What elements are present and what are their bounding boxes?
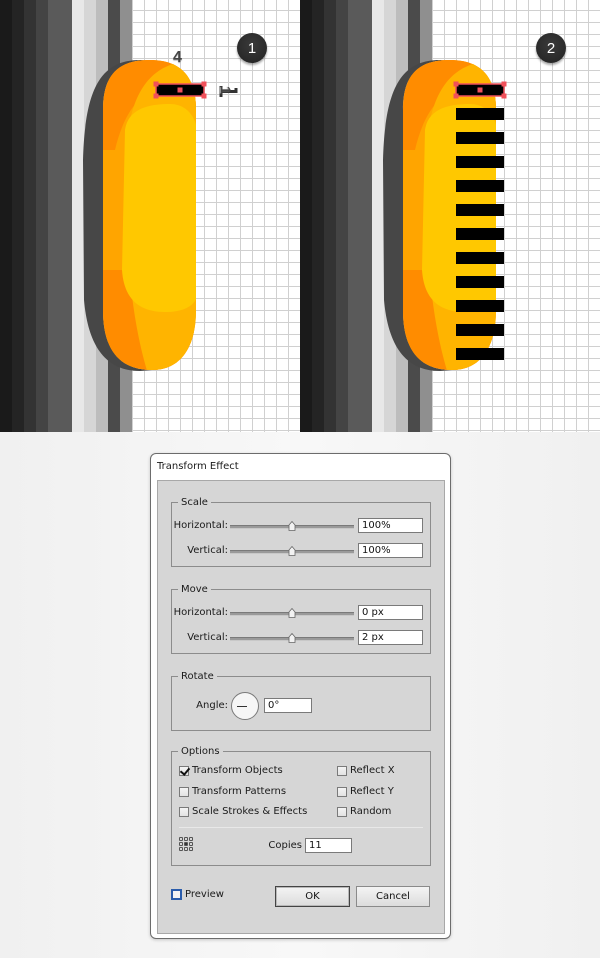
angle-label: Angle: (196, 700, 228, 711)
slider-thumb[interactable] (288, 546, 296, 556)
scale-strokes-label: Scale Strokes & Effects (192, 806, 308, 817)
preview-checkbox[interactable]: Preview (171, 889, 224, 900)
move-vertical-label: Vertical: (187, 632, 228, 643)
step-badge: 2 (536, 33, 566, 63)
selection-handle (177, 87, 183, 93)
black-bar (456, 132, 504, 144)
checkbox-box[interactable] (337, 806, 347, 817)
transform-patterns-checkbox[interactable]: Transform Patterns (179, 786, 286, 797)
move-vertical-input[interactable]: 2 px (358, 630, 423, 645)
angle-input[interactable]: 0° (264, 698, 312, 713)
checkbox-box[interactable] (337, 765, 347, 776)
scale-horizontal-slider[interactable] (230, 521, 354, 531)
reflect-x-label: Reflect X (350, 765, 395, 776)
selection-handle (153, 81, 159, 87)
preview-label: Preview (185, 889, 224, 900)
reflect-y-checkbox[interactable]: Reflect Y (337, 786, 394, 797)
selection-handle (477, 87, 483, 93)
angle-dial[interactable] (231, 692, 259, 720)
move-horizontal-input[interactable]: 0 px (358, 605, 423, 620)
move-vertical-slider[interactable] (230, 633, 354, 643)
scale-vertical-label: Vertical: (187, 545, 228, 556)
black-bar (456, 156, 504, 168)
checkbox-box[interactable] (337, 786, 347, 797)
black-bar (456, 276, 504, 288)
reflect-y-label: Reflect Y (350, 786, 394, 797)
slider-thumb[interactable] (288, 521, 296, 531)
transform-patterns-label: Transform Patterns (192, 786, 287, 797)
selection-handle (453, 81, 459, 87)
scale-horizontal-input[interactable]: 100% (358, 518, 423, 533)
ok-button[interactable]: OK (275, 886, 350, 907)
selection-handle (201, 93, 207, 99)
dialog-body: Scale Horizontal: 100% Vertical: 100% Mo… (157, 480, 445, 934)
checkbox-box[interactable] (179, 765, 189, 776)
transform-objects-label: Transform Objects (192, 765, 283, 776)
rotate-legend: Rotate (181, 671, 214, 682)
random-label: Random (350, 806, 392, 817)
selection-handle (501, 93, 507, 99)
random-checkbox[interactable]: Random (337, 806, 391, 817)
reference-point-icon[interactable] (179, 837, 193, 851)
scale-legend: Scale (181, 497, 208, 508)
move-legend: Move (181, 584, 208, 595)
options-separator (179, 827, 423, 828)
dialog-title: Transform Effect (157, 461, 239, 472)
black-bar (456, 108, 504, 120)
scale-horizontal-label: Horizontal: (173, 520, 228, 531)
checkbox-box[interactable] (179, 786, 189, 797)
black-bar (456, 324, 504, 336)
selection-handle (501, 81, 507, 87)
capsule-artwork (383, 60, 507, 371)
scale-strokes-checkbox[interactable]: Scale Strokes & Effects (179, 806, 307, 817)
capsule-artwork (83, 60, 238, 371)
black-bar (456, 228, 504, 240)
copies-label: Copies (268, 840, 302, 851)
checkbox-box[interactable] (171, 889, 182, 900)
selection-handle (153, 93, 159, 99)
reflect-x-checkbox[interactable]: Reflect X (337, 765, 395, 776)
yellow-highlight (122, 104, 196, 312)
black-bar (456, 180, 504, 192)
width-annotation: 4 (173, 49, 182, 66)
selection-handle (201, 81, 207, 87)
canvas-panel-step-2: 2 (300, 0, 600, 432)
slider-thumb[interactable] (288, 608, 296, 618)
slider-thumb[interactable] (288, 633, 296, 643)
transform-effect-dialog: Transform Effect Scale Horizontal: 100% … (150, 453, 451, 939)
scale-vertical-slider[interactable] (230, 546, 354, 556)
step-badge: 1 (237, 33, 267, 63)
canvas-panel-step-1: 1 4 1 (0, 0, 300, 432)
black-bar (456, 204, 504, 216)
checkbox-box[interactable] (179, 806, 189, 817)
selection-handle (453, 93, 459, 99)
move-horizontal-label: Horizontal: (173, 607, 228, 618)
black-bar (456, 348, 504, 360)
options-legend: Options (181, 746, 220, 757)
height-annotation: 1 (217, 86, 234, 94)
transform-objects-checkbox[interactable]: Transform Objects (179, 765, 283, 776)
cancel-button[interactable]: Cancel (356, 886, 430, 907)
black-bar (456, 252, 504, 264)
black-bar (456, 300, 504, 312)
scale-vertical-input[interactable]: 100% (358, 543, 423, 558)
angle-dial-hand (237, 706, 247, 707)
move-horizontal-slider[interactable] (230, 608, 354, 618)
copies-input[interactable]: 11 (305, 838, 352, 853)
